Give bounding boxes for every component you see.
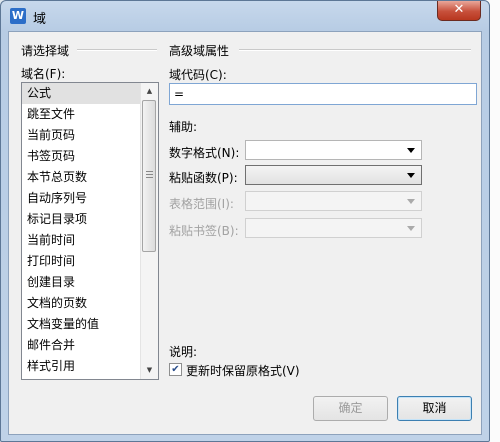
paste-bookmark-select [245, 218, 422, 238]
scroll-down-arrow-icon[interactable]: ▼ [141, 362, 158, 379]
field-list-item[interactable]: 当前页码 [22, 125, 158, 146]
close-icon: ✕ [453, 2, 465, 17]
dropdown-arrow-icon [407, 148, 415, 153]
number-format-label: 数字格式(N): [169, 146, 240, 160]
dialog-title: 域 [33, 12, 47, 27]
divider [77, 49, 157, 51]
field-list-item[interactable]: 当前时间 [22, 230, 158, 251]
field-code-input[interactable]: = [169, 83, 477, 105]
field-list-item[interactable]: 书签页码 [22, 146, 158, 167]
field-list-item[interactable]: 打印时间 [22, 251, 158, 272]
field-name-listbox[interactable]: 公式 跳至文件 当前页码 书签页码 本节总页数 自动序列号 标记目录项 当前时间 打印时间 创建目… [21, 82, 159, 380]
field-list-item[interactable]: 跳至文件 [22, 104, 158, 125]
field-name-label: 域名(F): [21, 67, 66, 81]
field-list-item[interactable]: 文档的页数 [22, 293, 158, 314]
paste-function-select[interactable] [245, 165, 422, 185]
listbox-scrollbar[interactable]: ▲ ▼ [140, 83, 158, 379]
wps-writer-icon: W [10, 8, 26, 24]
field-code-label: 域代码(C): [169, 68, 227, 82]
scroll-up-arrow-icon[interactable]: ▲ [141, 83, 158, 100]
cancel-button[interactable]: 取消 [397, 396, 472, 421]
close-button[interactable]: ✕ [437, 1, 481, 21]
field-list-item[interactable]: 创建目录 [22, 272, 158, 293]
preserve-format-checkbox[interactable]: ✔ [169, 363, 182, 376]
table-range-label: 表格范围(I): [169, 197, 234, 211]
field-list-item[interactable]: 样式引用 [22, 356, 158, 377]
dropdown-arrow-icon [407, 199, 415, 204]
note-label: 说明: [169, 345, 198, 359]
field-list-item[interactable]: 标记目录项 [22, 209, 158, 230]
preserve-format-label[interactable]: 更新时保留原格式(V) [186, 362, 300, 379]
dialog-body: 请选择域 域名(F): 公式 跳至文件 当前页码 书签页码 本节总页数 自动序列号 标记目录… [8, 31, 482, 435]
dropdown-arrow-icon [407, 226, 415, 231]
field-dialog: W 域 ✕ 请选择域 域名(F): 公式 跳至文件 当前页码 书签页码 本节总页数 自动序… [0, 0, 490, 442]
table-range-select [245, 191, 422, 211]
field-list-item[interactable]: 本节总页数 [22, 167, 158, 188]
field-list-item[interactable]: 自动序列号 [22, 188, 158, 209]
checkmark-icon: ✔ [171, 364, 180, 375]
select-field-group-title: 请选择域 [21, 44, 70, 58]
field-list-item[interactable]: 公式 [22, 83, 158, 104]
ok-button[interactable]: 确定 [313, 396, 388, 421]
number-format-select[interactable] [245, 140, 422, 160]
advanced-properties-group-title: 高级域属性 [169, 44, 230, 58]
helper-label: 辅助: [169, 120, 198, 134]
paste-bookmark-label: 粘贴书签(B): [169, 224, 239, 238]
dropdown-arrow-icon [407, 173, 415, 178]
paste-function-label: 粘贴函数(P): [169, 171, 238, 185]
title-bar[interactable]: W 域 ✕ [1, 1, 487, 31]
field-list-item[interactable]: 邮件合并 [22, 335, 158, 356]
field-list-item[interactable]: 文档变量的值 [22, 314, 158, 335]
divider [239, 49, 471, 51]
grip-icon [146, 171, 153, 178]
scroll-thumb[interactable] [142, 100, 156, 252]
